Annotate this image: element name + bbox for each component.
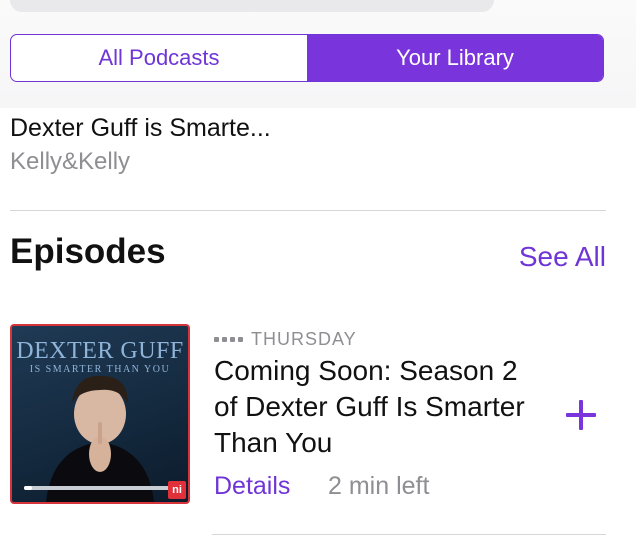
segment-all-podcasts[interactable]: All Podcasts	[11, 35, 307, 81]
episode-date: THURSDAY	[251, 329, 357, 349]
add-icon[interactable]	[566, 400, 596, 430]
podcast-author: Kelly&Kelly	[10, 148, 131, 175]
artwork-title: DEXTER GUFF	[16, 338, 184, 364]
search-bar[interactable]	[10, 0, 494, 12]
episode-artwork[interactable]: DEXTER GUFF IS SMARTER THAN YOU ni	[10, 324, 190, 504]
episode-date-row: THURSDAY	[214, 329, 357, 350]
episode-details-link[interactable]: Details	[214, 472, 290, 501]
see-all-link[interactable]: See All	[519, 241, 606, 273]
segment-your-library[interactable]: Your Library	[307, 35, 603, 81]
episode-time-left: 2 min left	[328, 472, 430, 500]
podcast-title[interactable]: Dexter Guff is Smarte...	[10, 114, 271, 143]
episode-divider	[212, 534, 606, 535]
artwork-subtitle: IS SMARTER THAN YOU	[29, 364, 171, 375]
unplayed-dots-icon	[214, 337, 243, 342]
episodes-heading: Episodes	[10, 232, 166, 271]
library-segmented-control: All Podcasts Your Library	[10, 34, 604, 82]
artwork-badge: ni	[168, 481, 186, 499]
episode-title[interactable]: Coming Soon: Season 2 of Dexter Guff Is …	[214, 353, 544, 461]
playback-progress-fill	[24, 486, 32, 490]
playback-progress-bar	[24, 486, 174, 490]
section-divider	[10, 210, 606, 211]
